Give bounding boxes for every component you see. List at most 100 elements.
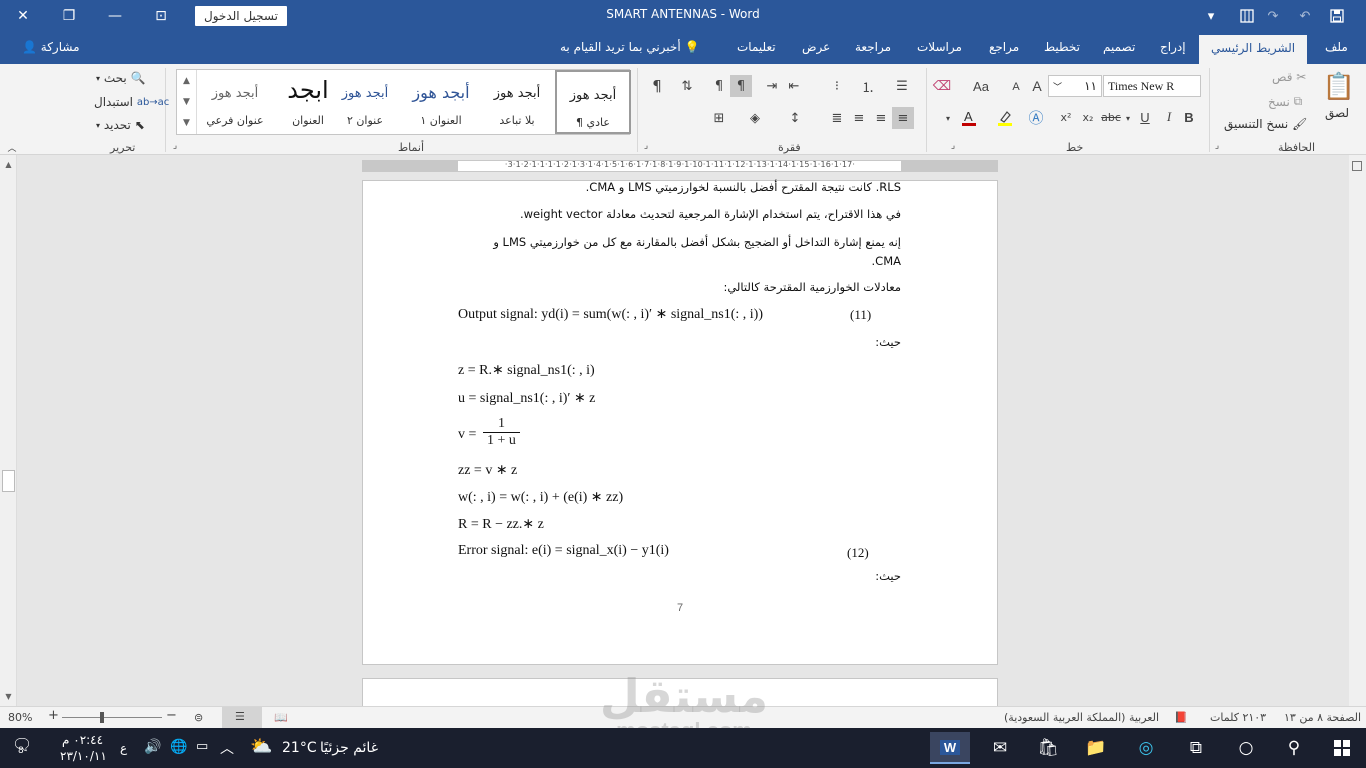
notification-center-button[interactable]: 🗨 8 (6, 735, 32, 765)
tab-review[interactable]: مراجعة (855, 40, 891, 54)
style-heading-1[interactable]: أبجد هوز العنوان ١ (403, 70, 479, 134)
rtl-direction-button[interactable]: ¶ (730, 75, 752, 97)
scroll-thumb[interactable] (2, 470, 15, 492)
tab-mailings[interactable]: مراسلات (917, 40, 962, 54)
style-normal[interactable]: أبجد هوز ¶ عادي (555, 70, 631, 134)
replace-button[interactable]: استبدال ab→ac (94, 95, 169, 109)
clock-time[interactable]: ٠٢:٤٤ م (62, 733, 103, 747)
vertical-scrollbar[interactable] (1349, 155, 1366, 706)
font-size-box[interactable]: ﹀ ١١ (1048, 75, 1102, 97)
tab-layout[interactable]: تخطيط (1044, 40, 1080, 54)
touch-mode-button[interactable] (1236, 6, 1258, 26)
paste-button[interactable]: لصق (1325, 106, 1349, 120)
weather-description[interactable]: غائم جزئيًا (320, 740, 378, 756)
language-indicator[interactable]: العربية (المملكة العربية السعودية) (1004, 711, 1159, 724)
subscript-button[interactable]: x₂ (1078, 108, 1098, 126)
zoom-level[interactable]: 80% (8, 711, 32, 724)
font-color-button[interactable]: A (958, 108, 980, 128)
clear-formatting-button[interactable]: ⌫ (932, 77, 952, 95)
bold-button[interactable]: B (1180, 108, 1198, 126)
gallery-up-icon[interactable]: ▲ (177, 70, 196, 91)
taskbar-mail[interactable]: ✉ (980, 732, 1020, 764)
strikethrough-button[interactable]: abc (1100, 108, 1122, 126)
weather-icon[interactable]: ⛅ (250, 736, 272, 757)
find-button[interactable]: ▾ بحث 🔍 (96, 71, 146, 85)
line-spacing-button[interactable]: ↕ (784, 107, 806, 129)
select-button[interactable]: ▾ تحديد ⬉ (96, 118, 145, 132)
taskbar-word[interactable]: W (930, 732, 970, 764)
tab-insert[interactable]: إدراج (1160, 40, 1186, 54)
read-mode-icon[interactable]: 📖 (274, 711, 288, 724)
gallery-more-icon[interactable]: ▼ (177, 112, 196, 133)
web-layout-icon[interactable]: ⊜ (194, 711, 203, 724)
decrease-indent-button[interactable]: ⇤ (784, 76, 804, 96)
redo-button[interactable]: ↷ (1262, 6, 1284, 26)
tell-me-box[interactable]: أخبرني بما تريد القيام به 💡 (560, 40, 699, 54)
font-name-box[interactable]: Times New R (1103, 75, 1201, 97)
clipboard-dialog-launcher-icon[interactable]: ⌟ (1212, 140, 1222, 152)
italic-button[interactable]: I (1160, 108, 1178, 126)
horizontal-ruler[interactable]: ·3·1·2·1·1·1·1·2·1·3·1·4·1·5·1·6·1·7·1·8… (362, 160, 998, 172)
minimize-window-button[interactable]: — (92, 0, 138, 32)
proofing-icon[interactable]: 📕 (1174, 711, 1188, 724)
text-effects-button[interactable]: Ⓐ (1026, 108, 1046, 127)
volume-icon[interactable]: 🔊 (144, 739, 161, 755)
paragraph-dialog-launcher-icon[interactable]: ⌟ (641, 140, 651, 152)
sort-button[interactable]: ⇅ (676, 75, 698, 97)
taskbar-cortana[interactable]: ○ (1226, 732, 1266, 764)
font-color-dropdown[interactable]: ▾ (942, 110, 954, 126)
weather-temperature[interactable]: 21°C (282, 740, 317, 756)
style-subtitle[interactable]: أبجد هوز عنوان فرعي (197, 70, 273, 134)
highlight-button[interactable] (994, 108, 1016, 128)
align-left-button[interactable]: ≡ (848, 107, 870, 129)
taskbar-task-view[interactable]: ⧉ (1176, 732, 1216, 764)
zoom-in-button[interactable]: + (48, 708, 59, 723)
tab-file[interactable]: ملف (1325, 40, 1348, 54)
print-layout-button[interactable]: ☰ (222, 707, 262, 728)
tab-home[interactable]: الشريط الرئيسي (1199, 35, 1308, 64)
zoom-out-button[interactable]: − (166, 708, 177, 723)
justify-button[interactable]: ≣ (826, 107, 848, 129)
taskbar-edge[interactable]: ◎ (1126, 732, 1166, 764)
tab-view[interactable]: عرض (802, 40, 830, 54)
shading-button[interactable]: ◈ (744, 107, 766, 129)
style-title[interactable]: ابجد العنوان (273, 70, 343, 134)
multilevel-list-button[interactable]: ⁝ (826, 76, 848, 96)
undo-button[interactable]: ↶ (1294, 6, 1316, 26)
format-painter-button[interactable]: نسخ التنسيق 🖌 (1224, 117, 1307, 131)
tab-references[interactable]: مراجع (989, 40, 1019, 54)
underline-dropdown[interactable]: ▾ (1122, 110, 1134, 126)
change-case-button[interactable]: Aa (968, 77, 994, 95)
tab-help[interactable]: تعليمات (737, 40, 776, 54)
grow-font-button[interactable]: A (1028, 77, 1046, 95)
sign-in-button[interactable]: تسجيل الدخول (195, 6, 287, 26)
zoom-slider[interactable] (62, 712, 162, 723)
ltr-direction-button[interactable]: ¶ (708, 75, 730, 97)
show-marks-button[interactable]: ¶ (646, 75, 668, 97)
align-right-button[interactable]: ≡ (892, 107, 914, 129)
styles-dialog-launcher-icon[interactable]: ⌟ (170, 140, 180, 152)
taskbar-file-explorer[interactable]: 📁 (1076, 732, 1116, 764)
clock-date[interactable]: ٢٣/١٠/١١ (60, 749, 107, 763)
start-button[interactable] (1322, 732, 1362, 764)
copy-button[interactable]: نسخ ⧉ (1268, 94, 1302, 109)
taskbar-search[interactable]: ⚲ (1274, 732, 1314, 764)
word-count[interactable]: ٢١٠٣ كلمات (1210, 711, 1266, 724)
show-hidden-icons-icon[interactable]: ︿ (220, 738, 234, 758)
scroll-down-icon[interactable]: ▼ (0, 689, 17, 703)
shrink-font-button[interactable]: A (1008, 79, 1024, 95)
share-button[interactable]: 👤 مشاركة (22, 40, 80, 54)
style-no-spacing[interactable]: أبجد هوز بلا تباعد (479, 70, 555, 134)
battery-icon[interactable]: ▭ (196, 739, 208, 754)
gallery-down-icon[interactable]: ▼ (177, 91, 196, 112)
input-language[interactable]: ع (120, 741, 127, 755)
taskbar-store[interactable]: 🛍 (1028, 732, 1068, 764)
collapse-ribbon-icon[interactable]: ︿ (6, 142, 18, 154)
underline-button[interactable]: U (1136, 108, 1154, 126)
restore-window-button[interactable]: ❐ (46, 0, 92, 32)
page-indicator[interactable]: الصفحة ٨ من ١٣ (1284, 711, 1361, 724)
view-ruler-toggle-icon[interactable] (1352, 161, 1362, 171)
network-icon[interactable]: 🌐 (170, 739, 187, 755)
scroll-up-icon[interactable]: ▲ (0, 157, 17, 171)
increase-indent-button[interactable]: ⇥ (762, 76, 782, 96)
